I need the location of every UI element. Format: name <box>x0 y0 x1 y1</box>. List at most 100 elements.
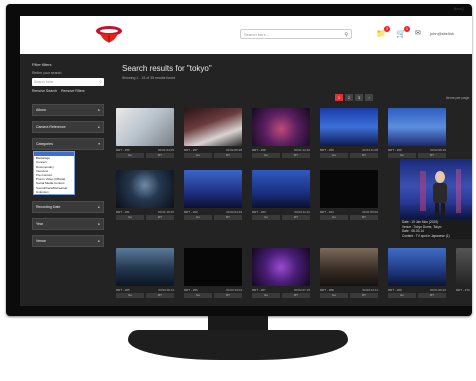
rt-button[interactable]: RT <box>282 215 310 220</box>
facet-label: Recording Date <box>36 205 61 209</box>
clip-timecode: 00:02:04:19 <box>226 210 242 214</box>
clip-timecode: 00:00:11:12 <box>294 210 310 214</box>
rt-button[interactable]: RT <box>350 293 378 298</box>
rt-button[interactable]: RT <box>146 293 174 298</box>
video-thumbnail[interactable] <box>184 248 242 286</box>
remove-search-button[interactable]: Remove Search <box>32 89 57 93</box>
result-tile[interactable]: RRT - 262 00:02:04:19 Go RT <box>184 170 242 220</box>
clip-id: RRT - 270 <box>456 288 470 292</box>
preview-video[interactable] <box>400 159 472 219</box>
categories-dropdown[interactable]: Backstage Concert Documentary Interview … <box>33 151 75 195</box>
video-thumbnail[interactable] <box>116 248 174 286</box>
video-thumbnail[interactable] <box>320 248 378 286</box>
rt-button[interactable]: RT <box>146 153 174 158</box>
rt-button[interactable]: RT <box>146 215 174 220</box>
chevron-right-icon: ▸ <box>98 125 100 129</box>
page-button[interactable]: 1 <box>335 94 343 101</box>
video-thumbnail[interactable] <box>320 170 378 208</box>
rt-button[interactable]: RT <box>350 153 378 158</box>
rt-button[interactable]: RT <box>282 293 310 298</box>
facet-year[interactable]: Year ▸ <box>32 218 104 230</box>
sidebar-title: Filter filters <box>32 62 52 67</box>
video-thumbnail[interactable] <box>184 170 242 208</box>
remove-filters-button[interactable]: Remove Filters <box>61 89 85 93</box>
video-thumbnail[interactable] <box>320 108 378 146</box>
rt-button[interactable]: RT <box>350 215 378 220</box>
video-thumbnail[interactable] <box>252 108 310 146</box>
video-thumbnail[interactable] <box>388 108 446 146</box>
clip-timecode: 00:01:06:10 <box>430 288 446 292</box>
go-button[interactable]: Go <box>252 215 280 220</box>
go-button[interactable]: Go <box>320 215 348 220</box>
result-tile[interactable]: RRT - 257 00:02:05:28 Go RT <box>184 108 242 158</box>
result-tile[interactable]: RRT - 260 00:02:06:16 Go RT <box>388 108 446 158</box>
go-button[interactable]: Go <box>116 215 144 220</box>
clip-id: RRT - 269 <box>388 288 402 292</box>
result-tile[interactable]: RRT - 268 00:00:12:11 Go RT <box>320 248 378 298</box>
result-tile[interactable]: RRT - 265 00:00:02:11 Go RT <box>116 248 174 298</box>
go-button[interactable]: Go <box>320 293 348 298</box>
tongue-logo-icon[interactable] <box>94 24 124 46</box>
chevron-right-icon: ▸ <box>98 239 100 243</box>
go-button[interactable]: Go <box>388 153 416 158</box>
chevron-right-icon: ▸ <box>98 222 100 226</box>
result-tile[interactable]: RRT - 263 00:00:11:12 Go RT <box>252 170 310 220</box>
page-button[interactable]: 3 <box>355 94 363 101</box>
video-thumbnail[interactable] <box>388 248 446 286</box>
next-page-button[interactable]: › <box>365 94 373 101</box>
rt-button[interactable]: RT <box>214 293 242 298</box>
mail-icon[interactable]: ✉ <box>415 29 421 37</box>
go-button[interactable]: Go <box>252 153 280 158</box>
search-icon[interactable]: ⚲ <box>344 30 348 40</box>
search-icon[interactable]: ⚲ <box>99 78 102 86</box>
result-tile[interactable]: RRT - 269 00:01:06:10 Go RT <box>388 248 446 298</box>
result-tile[interactable]: RRT - 270 <box>456 248 472 292</box>
rt-button[interactable]: RT <box>418 153 446 158</box>
rt-button[interactable]: RT <box>214 215 242 220</box>
result-tile[interactable]: RRT - 264 00:01:05:02 Go RT <box>320 170 378 220</box>
rt-button[interactable]: RT <box>282 153 310 158</box>
result-tile[interactable]: RRT - 267 00:02:07:15 Go RT <box>252 248 310 298</box>
go-button[interactable]: Go <box>116 293 144 298</box>
go-button[interactable]: Go <box>116 153 144 158</box>
facet-label: Year <box>36 222 44 226</box>
global-search-input[interactable]: Search here... ⚲ <box>240 29 352 39</box>
video-thumbnail[interactable] <box>252 170 310 208</box>
clip-id: RRT - 262 <box>184 210 198 214</box>
items-per-page-label[interactable]: Items per page <box>446 96 469 100</box>
clip-id: RRT - 263 <box>252 210 266 214</box>
video-thumbnail[interactable] <box>184 108 242 146</box>
rt-button[interactable]: RT <box>214 153 242 158</box>
clip-timecode: 00:00:02:11 <box>158 288 174 292</box>
result-tile[interactable]: RRT - 261 00:01:18:15 Go RT <box>116 170 174 220</box>
refine-search-input[interactable]: Search here ⚲ <box>32 78 104 86</box>
go-button[interactable]: Go <box>184 293 212 298</box>
facet-camera-reference[interactable]: Camera Reference ▸ <box>32 121 104 133</box>
result-tile[interactable]: RRT - 266 00:00:19:04 Go RT <box>184 248 242 298</box>
user-email[interactable]: john@sitelink <box>430 31 454 36</box>
page-button[interactable]: 2 <box>345 94 353 101</box>
facet-categories[interactable]: Categories ▾ Backstage Concert Documentar… <box>32 138 104 195</box>
clip-id: RRT - 260 <box>388 148 402 152</box>
result-tile[interactable]: RRT - 259 00:03:11:08 Go RT <box>320 108 378 158</box>
clip-timecode: 00:02:06:16 <box>430 148 446 152</box>
notifications-badge: 3 <box>383 26 390 32</box>
go-button[interactable]: Go <box>184 215 212 220</box>
result-tile[interactable]: RRT - 256 00:01:04:05 Go RT <box>116 108 174 158</box>
video-thumbnail[interactable] <box>116 170 174 208</box>
video-thumbnail[interactable] <box>116 108 174 146</box>
go-button[interactable]: Go <box>320 153 348 158</box>
go-button[interactable]: Go <box>184 153 212 158</box>
result-tile[interactable]: RRT - 258 00:01:12:20 Go RT <box>252 108 310 158</box>
video-thumbnail[interactable] <box>252 248 310 286</box>
facet-album[interactable]: Album ▸ <box>32 104 104 116</box>
facet-venue[interactable]: Venue ▸ <box>32 235 104 247</box>
cart-icon[interactable]: 🛒 1 <box>396 26 410 38</box>
facet-recording-date[interactable]: Recording Date ▸ <box>32 201 104 213</box>
rt-button[interactable]: RT <box>418 293 446 298</box>
go-button[interactable]: Go <box>388 293 416 298</box>
video-thumbnail[interactable] <box>456 248 472 286</box>
folder-icon[interactable]: 📁 3 <box>376 26 390 38</box>
go-button[interactable]: Go <box>252 293 280 298</box>
dropdown-option[interactable]: Unknown <box>34 190 74 194</box>
